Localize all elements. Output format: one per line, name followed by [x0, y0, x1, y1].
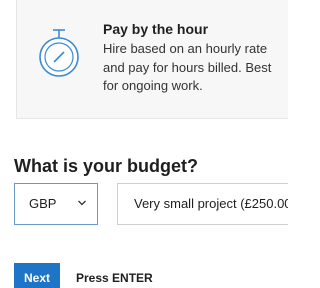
currency-value: GBP	[29, 196, 57, 211]
page: Pay by the hour Hire based on an hourly …	[0, 0, 288, 288]
chevron-down-icon	[78, 200, 86, 206]
next-button[interactable]: Next	[14, 263, 60, 288]
budget-range-select[interactable]: Very small project (£250.00 –	[117, 183, 288, 225]
option-title: Pay by the hour	[103, 21, 209, 37]
press-enter-hint: Press ENTER	[76, 271, 153, 285]
budget-range-value: Very small project (£250.00 –	[134, 196, 288, 211]
stopwatch-icon	[39, 29, 79, 77]
option-description: Hire based on an hourly rate and pay for…	[103, 41, 272, 93]
currency-select[interactable]: GBP	[14, 183, 98, 225]
budget-heading: What is your budget?	[14, 156, 198, 176]
